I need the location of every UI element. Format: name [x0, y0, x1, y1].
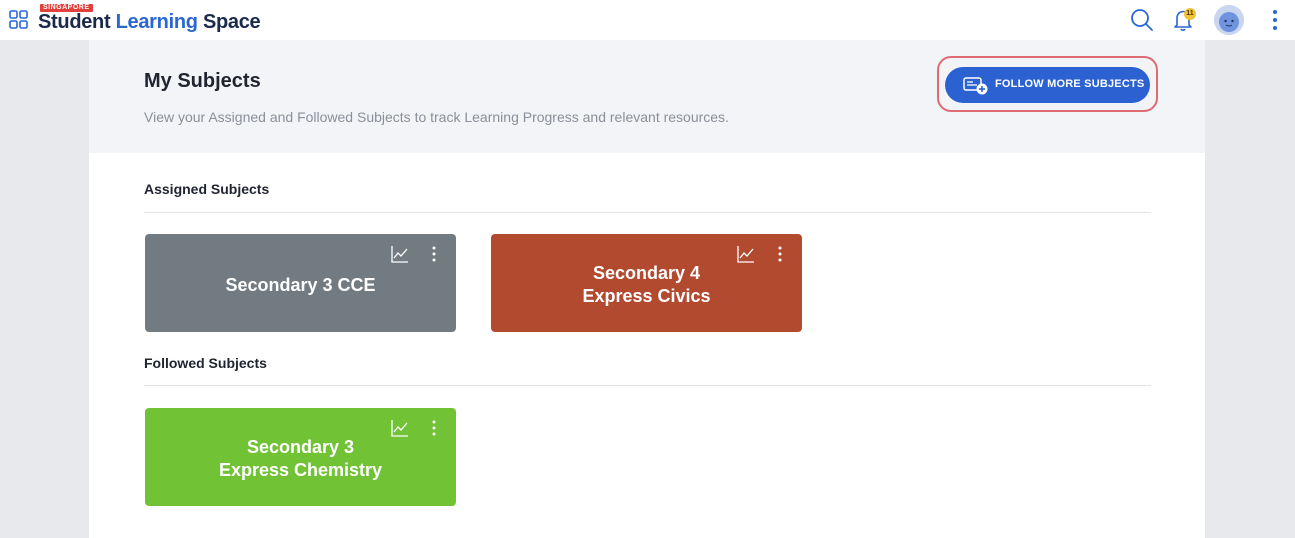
subject-card-title: Secondary 4 Express Civics [582, 263, 711, 306]
follow-more-subjects-label: FOLLOW MORE SUBJECTS [995, 78, 1145, 90]
avatar-face-icon [1214, 5, 1244, 35]
progress-chart-icon[interactable] [391, 245, 409, 263]
apps-grid-icon[interactable] [9, 10, 28, 29]
assigned-subjects-heading: Assigned Subjects [144, 181, 270, 197]
followed-subjects-heading: Followed Subjects [144, 355, 267, 371]
page-title: My Subjects [144, 70, 261, 92]
more-vertical-icon[interactable] [1268, 8, 1282, 32]
logo-text-learning: Learning [115, 11, 198, 33]
subject-card[interactable]: Secondary 3 CCE [145, 234, 456, 332]
notification-count-badge: 11 [1184, 8, 1196, 20]
more-options-icon[interactable] [429, 245, 439, 263]
more-options-icon[interactable] [775, 245, 785, 263]
logo-text-student: Student [38, 11, 111, 33]
top-bar: SINGAPORE Student Learning Space 11 [0, 0, 1295, 40]
followed-divider [144, 385, 1151, 386]
subject-card-title: Secondary 3 CCE [225, 274, 376, 295]
logo-text-space: Space [202, 11, 261, 33]
follow-more-subjects-button[interactable]: FOLLOW MORE SUBJECTS [945, 67, 1150, 103]
assigned-divider [144, 212, 1151, 213]
progress-chart-icon[interactable] [391, 419, 409, 437]
more-options-icon[interactable] [429, 419, 439, 437]
main-panel: My Subjects View your Assigned and Follo… [89, 40, 1205, 538]
subject-card[interactable]: Secondary 3 Express Chemistry [145, 408, 456, 506]
subject-card-title: Secondary 3 Express Chemistry [218, 437, 383, 480]
add-subject-icon [963, 77, 988, 95]
page-subtitle: View your Assigned and Followed Subjects… [144, 109, 729, 125]
subject-card[interactable]: Secondary 4 Express Civics [491, 234, 802, 332]
notifications-button[interactable]: 11 [1171, 7, 1197, 33]
search-icon[interactable] [1130, 8, 1154, 32]
page-header: My Subjects View your Assigned and Follo… [89, 40, 1205, 153]
progress-chart-icon[interactable] [737, 245, 755, 263]
avatar[interactable] [1214, 5, 1244, 35]
